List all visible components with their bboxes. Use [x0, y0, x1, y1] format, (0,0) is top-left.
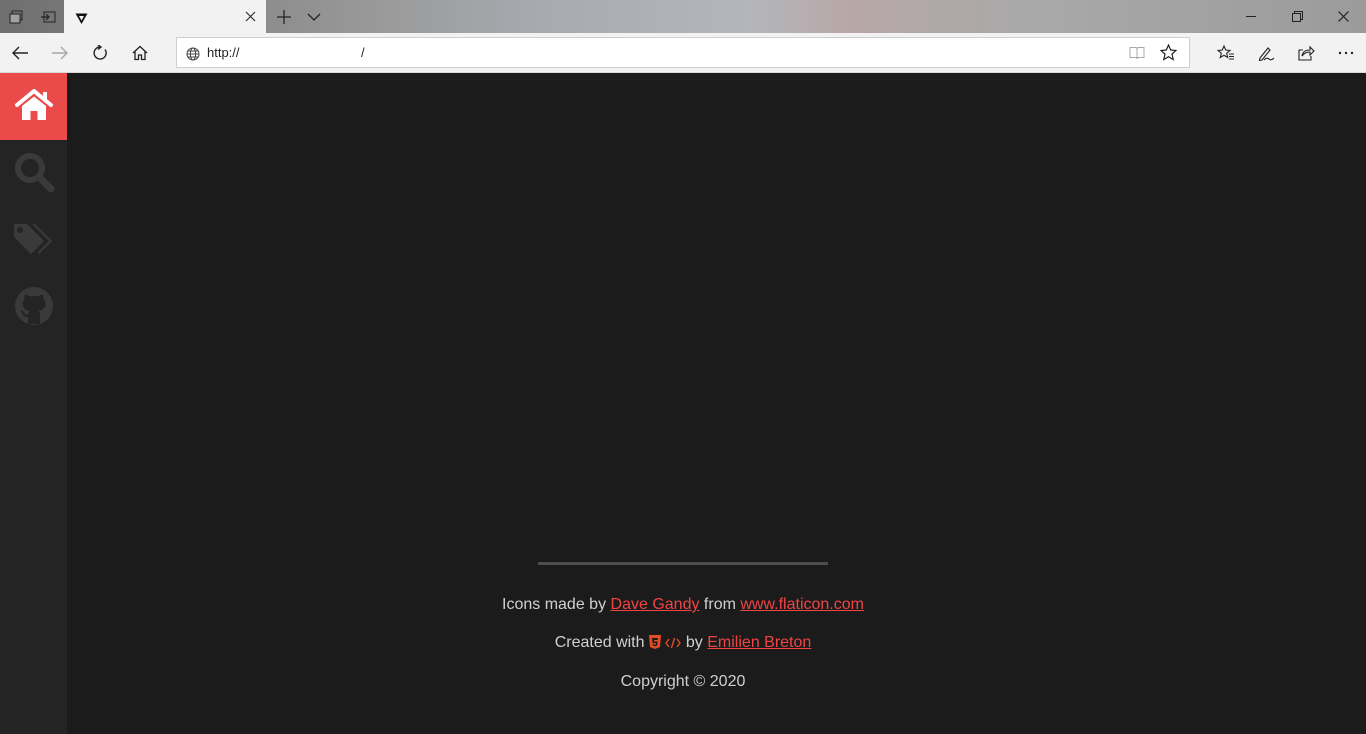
browser-titlebar — [0, 0, 1366, 33]
sidebar-item-tags[interactable] — [0, 207, 67, 274]
search-icon — [13, 151, 55, 197]
icons-credit-from: from — [703, 596, 736, 613]
github-icon — [14, 286, 54, 330]
browser-navbar: http:// / — [0, 33, 1366, 73]
tab-close-icon[interactable] — [242, 8, 258, 24]
created-with-prefix: Created with — [554, 634, 645, 651]
address-url-path: / — [361, 45, 365, 60]
author-link[interactable]: Emilien Breton — [707, 634, 811, 651]
page-content: Icons made by Dave Gandy from www.flatic… — [0, 73, 1366, 734]
favorite-star-icon[interactable] — [1159, 43, 1178, 65]
address-bar[interactable]: http:// / — [176, 37, 1190, 68]
copyright: Copyright © 2020 — [620, 673, 746, 690]
flaticon-link[interactable]: www.flaticon.com — [740, 596, 864, 613]
sidebar-item-github[interactable] — [0, 274, 67, 341]
site-favicon-icon — [75, 10, 88, 29]
address-url-scheme: http:// — [207, 45, 240, 60]
more-icon[interactable] — [1326, 33, 1366, 73]
browser-tab[interactable] — [64, 0, 266, 33]
share-icon[interactable] — [1286, 33, 1326, 73]
created-with-line: Created with by Emilien Breton — [67, 634, 1299, 654]
sidebar-item-home[interactable] — [0, 73, 67, 140]
forward-arrow-right-icon[interactable] — [40, 33, 80, 73]
html5-icon — [648, 635, 661, 654]
minimize-icon[interactable] — [1228, 0, 1274, 33]
created-by: by — [685, 634, 703, 651]
favorites-list-icon[interactable] — [1206, 33, 1246, 73]
reading-view-book-icon[interactable] — [1129, 45, 1145, 64]
code-icon — [665, 636, 682, 654]
sidebar — [0, 73, 67, 734]
notes-pen-icon[interactable] — [1246, 33, 1286, 73]
restore-icon[interactable] — [1274, 0, 1320, 33]
home-icon — [14, 88, 54, 126]
tags-icon — [13, 222, 55, 260]
new-tab-plus-icon[interactable] — [270, 0, 298, 33]
window-close-icon[interactable] — [1320, 0, 1366, 33]
home-icon[interactable] — [120, 33, 160, 73]
icons-credit-prefix: Icons made by — [502, 596, 607, 613]
sidebar-item-search[interactable] — [0, 140, 67, 207]
back-arrow-left-icon[interactable] — [0, 33, 40, 73]
refresh-icon[interactable] — [80, 33, 120, 73]
icons-credit-line: Icons made by Dave Gandy from www.flatic… — [67, 596, 1299, 614]
tab-preview-icon[interactable] — [0, 0, 32, 33]
footer-divider — [538, 562, 828, 565]
tab-list-chevron-down-icon[interactable] — [300, 0, 328, 33]
icons-author-link[interactable]: Dave Gandy — [611, 596, 700, 613]
set-aside-tabs-icon[interactable] — [32, 0, 64, 33]
globe-icon — [186, 46, 200, 65]
